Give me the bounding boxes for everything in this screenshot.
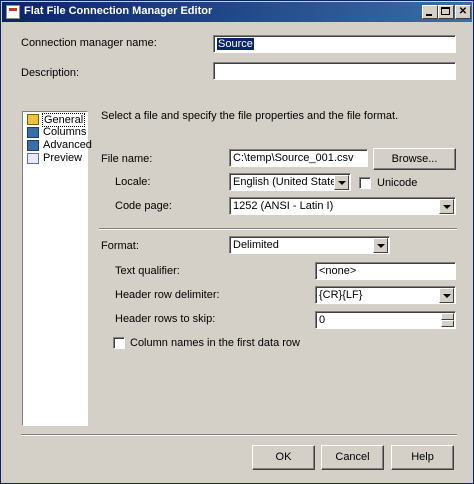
footer-divider [21, 434, 457, 436]
minimize-icon [426, 14, 432, 16]
maximize-icon [441, 7, 450, 15]
chevron-down-icon[interactable] [334, 175, 349, 190]
header-delimiter-dropdown[interactable]: {CR}{LF} [315, 286, 456, 304]
header-skip-stepper[interactable]: 0 [315, 311, 456, 329]
browse-button[interactable]: Browse... [373, 148, 456, 170]
general-intro-text: Select a file and specify the file prope… [101, 110, 399, 122]
header-skip-label: Header rows to skip: [115, 313, 216, 325]
nav-item-advanced-label: Advanced [43, 139, 92, 151]
dialog-window: Flat File Connection Manager Editor ✕ Co… [0, 0, 474, 484]
spin-down-icon[interactable] [441, 320, 454, 327]
column-names-checkbox[interactable] [113, 337, 125, 349]
columns-icon [27, 127, 39, 138]
close-button[interactable]: ✕ [455, 5, 471, 19]
chevron-down-icon[interactable] [373, 238, 388, 253]
header-delimiter-label: Header row delimiter: [115, 289, 220, 301]
column-names-label: Column names in the first data row [130, 337, 300, 349]
code-page-label: Code page: [115, 200, 172, 212]
locale-value: English (United States) [233, 176, 346, 188]
maximize-button[interactable] [438, 5, 454, 19]
file-name-label: File name: [101, 153, 153, 165]
section-divider [99, 228, 457, 230]
nav-item-columns-label: Columns [43, 126, 87, 138]
format-dropdown[interactable]: Delimited [229, 236, 390, 254]
help-button[interactable]: Help [391, 445, 454, 470]
minimize-button[interactable] [422, 5, 438, 19]
description-input[interactable] [213, 62, 456, 80]
text-qualifier-label: Text qualifier: [115, 265, 180, 277]
app-icon [6, 5, 20, 19]
advanced-icon [27, 140, 39, 151]
format-label: Format: [101, 240, 139, 252]
locale-dropdown[interactable]: English (United States) [229, 173, 351, 191]
locale-label: Locale: [115, 176, 151, 188]
close-icon: ✕ [458, 6, 468, 17]
nav-list: General Columns Advanced Preview [22, 111, 92, 426]
code-page-value: 1252 (ANSI - Latin I) [233, 200, 334, 212]
format-value: Delimited [233, 239, 279, 251]
cancel-button[interactable]: Cancel [321, 445, 384, 470]
header-delimiter-value: {CR}{LF} [319, 289, 363, 301]
nav-item-preview-label: Preview [43, 152, 83, 164]
connection-name-label: Connection manager name: [21, 37, 157, 49]
nav-item-general-label: General [42, 113, 86, 127]
preview-icon [27, 153, 39, 164]
unicode-label: Unicode [377, 177, 418, 189]
title-bar[interactable]: Flat File Connection Manager Editor ✕ [2, 2, 472, 22]
ok-button[interactable]: OK [252, 445, 315, 470]
unicode-checkbox[interactable] [359, 177, 371, 189]
code-page-dropdown[interactable]: 1252 (ANSI - Latin I) [229, 197, 456, 215]
connection-name-input[interactable]: Source [213, 35, 456, 53]
spin-up-icon[interactable] [441, 313, 454, 320]
header-skip-value: 0 [319, 314, 326, 326]
connection-name-value: Source [217, 38, 254, 50]
nav-item-preview[interactable]: Preview [25, 152, 85, 166]
chevron-down-icon[interactable] [439, 288, 454, 303]
window-title: Flat File Connection Manager Editor [24, 5, 213, 17]
chevron-down-icon[interactable] [439, 199, 454, 214]
file-name-input[interactable]: C:\temp\Source_001.csv [229, 149, 368, 167]
text-qualifier-input[interactable]: <none> [315, 262, 456, 280]
general-icon [27, 114, 39, 125]
description-label: Description: [21, 67, 80, 79]
